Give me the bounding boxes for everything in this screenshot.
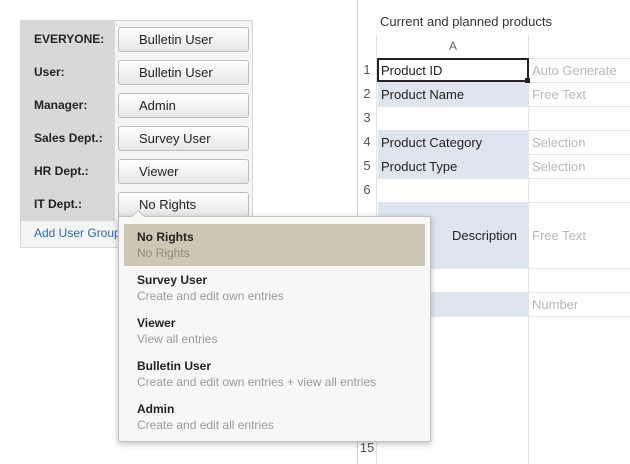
cell-a2[interactable]: Product Name [378, 82, 528, 106]
group-label-everyone: EVERYONE: [34, 32, 105, 46]
role-option-title: Viewer [137, 316, 176, 330]
permission-row-hr: HR Dept.: Viewer [21, 155, 254, 188]
permission-row-manager: Manager: Admin [21, 89, 254, 122]
cell-b9[interactable]: Number [530, 292, 630, 316]
role-select-hr[interactable]: Viewer [118, 159, 249, 184]
column-header-a[interactable]: A [378, 34, 528, 58]
cell-b2[interactable]: Free Text [530, 82, 630, 106]
role-select-manager[interactable]: Admin [118, 93, 249, 118]
row-number[interactable]: 5 [358, 158, 376, 173]
group-label-it: IT Dept.: [34, 197, 82, 211]
role-option-survey-user[interactable]: Survey User Create and edit own entries [124, 267, 425, 309]
row-number[interactable]: 4 [358, 134, 376, 149]
fill-handle[interactable] [525, 78, 530, 83]
role-option-no-rights[interactable]: No Rights No Rights [124, 224, 425, 266]
permission-row-user: User: Bulletin User [21, 56, 254, 89]
role-option-title: Survey User [137, 273, 208, 287]
sheet-title: Current and planned products [380, 14, 553, 29]
permission-row-everyone: EVERYONE: Bulletin User [21, 23, 254, 56]
cell-a3[interactable] [378, 106, 528, 130]
grid-line [528, 34, 529, 464]
cell-a6[interactable] [378, 178, 528, 202]
cell-a4[interactable]: Product Category [378, 130, 528, 154]
row-number[interactable]: 3 [358, 110, 376, 125]
role-option-description: Create and edit own entries [137, 289, 284, 303]
group-label-hr: HR Dept.: [34, 164, 89, 178]
role-option-bulletin-user[interactable]: Bulletin User Create and edit own entrie… [124, 353, 425, 395]
role-option-title: No Rights [137, 230, 194, 244]
cell-b7[interactable]: Free Text [530, 202, 630, 268]
role-option-title: Admin [137, 402, 175, 416]
role-option-description: View all entries [137, 332, 218, 346]
row-number[interactable]: 1 [358, 62, 376, 77]
add-user-group-link[interactable]: Add User Group [34, 226, 130, 240]
role-select-sales[interactable]: Survey User [118, 126, 249, 151]
role-dropdown-menu: No Rights No Rights Survey User Create a… [118, 210, 431, 442]
role-option-description: Create and edit all entries [137, 418, 274, 432]
cell-a5[interactable]: Product Type [378, 154, 528, 178]
role-option-admin[interactable]: Admin Create and edit all entries [124, 396, 425, 438]
role-option-description: Create and edit own entries + view all e… [137, 375, 377, 389]
permission-row-sales: Sales Dept.: Survey User [21, 122, 254, 155]
cell-b1[interactable]: Auto Generate [530, 58, 630, 82]
row-number[interactable]: 2 [358, 86, 376, 101]
group-label-sales: Sales Dept.: [34, 131, 103, 145]
selected-cell-outline [377, 58, 529, 82]
cell-b4[interactable]: Selection [530, 130, 630, 154]
role-option-description: No Rights [137, 246, 190, 260]
row-number[interactable]: 15 [358, 440, 376, 455]
group-label-user: User: [34, 65, 65, 79]
group-label-manager: Manager: [34, 98, 88, 112]
row-number[interactable]: 6 [358, 182, 376, 197]
cell-b5[interactable]: Selection [530, 154, 630, 178]
role-select-everyone[interactable]: Bulletin User [118, 27, 249, 52]
role-option-title: Bulletin User [137, 359, 212, 373]
role-select-user[interactable]: Bulletin User [118, 60, 249, 85]
role-option-viewer[interactable]: Viewer View all entries [124, 310, 425, 352]
